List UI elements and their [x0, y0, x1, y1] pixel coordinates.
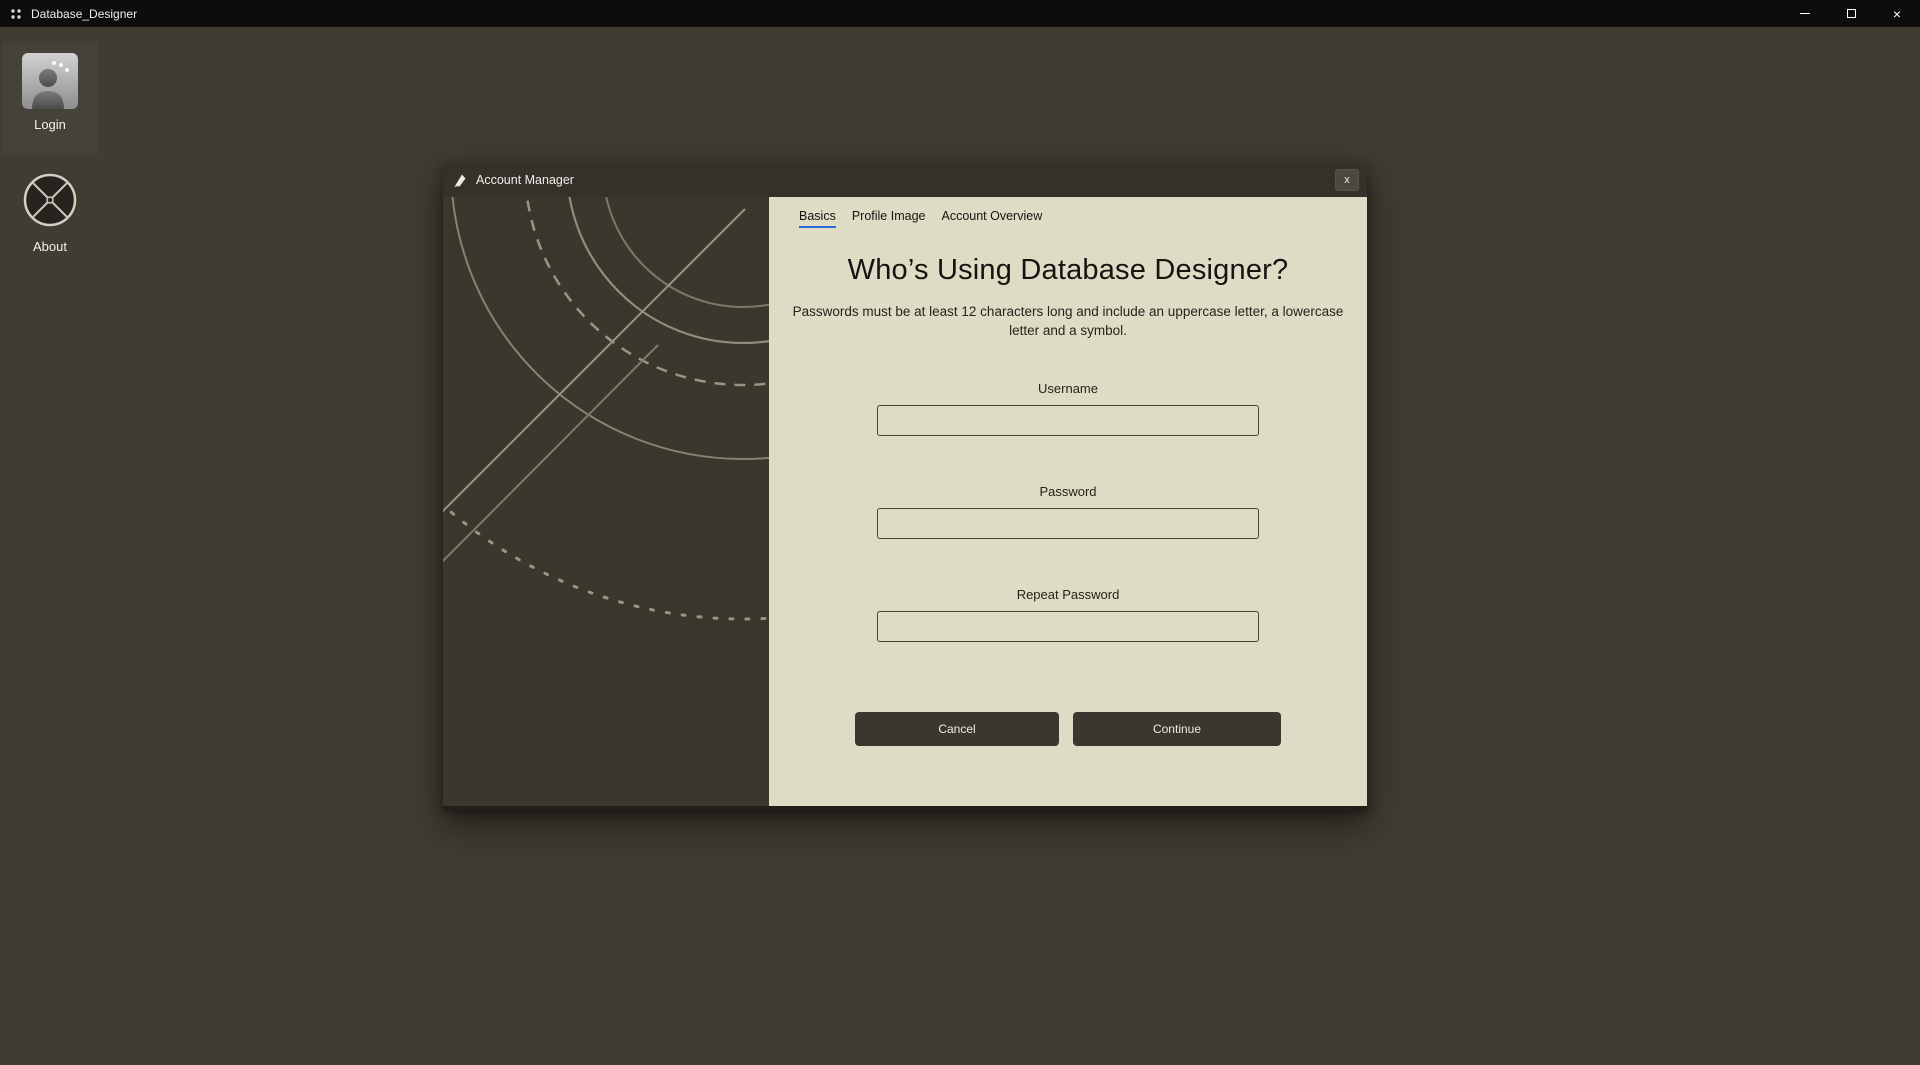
- cancel-button[interactable]: Cancel: [855, 712, 1059, 746]
- dialog-title: Account Manager: [476, 173, 574, 187]
- minimize-icon: [1800, 13, 1810, 14]
- dialog-body: Basics Profile Image Account Overview Wh…: [443, 197, 1367, 806]
- password-input[interactable]: [877, 508, 1259, 539]
- sidebar-item-about[interactable]: About: [2, 165, 98, 265]
- login-avatar-icon: [22, 53, 78, 109]
- tab-account-overview[interactable]: Account Overview: [941, 209, 1042, 228]
- password-requirements-text: Passwords must be at least 12 characters…: [779, 303, 1357, 341]
- username-label: Username: [1038, 381, 1098, 396]
- username-input[interactable]: [877, 405, 1259, 436]
- app-icon: [9, 7, 23, 21]
- sidebar-item-login-label: Login: [34, 117, 66, 132]
- dialog-close-button[interactable]: x: [1335, 169, 1359, 191]
- close-button[interactable]: ×: [1874, 0, 1920, 27]
- dialog-tabs: Basics Profile Image Account Overview: [799, 209, 1367, 228]
- continue-button[interactable]: Continue: [1073, 712, 1281, 746]
- window-title: Database_Designer: [31, 7, 137, 21]
- repeat-password-label: Repeat Password: [1017, 587, 1120, 602]
- account-manager-dialog: Account Manager x: [443, 163, 1367, 810]
- sidebar-item-about-label: About: [33, 239, 67, 254]
- password-label: Password: [1039, 484, 1096, 499]
- workspace: Login About Account Manager x: [0, 27, 1920, 1065]
- about-icon: [19, 169, 81, 231]
- dialog-button-row: Cancel Continue: [769, 712, 1367, 746]
- sidebar-item-login[interactable]: Login: [2, 43, 98, 155]
- dialog-heading: Who’s Using Database Designer?: [769, 254, 1367, 287]
- password-field-group: Password: [769, 484, 1367, 539]
- username-field-group: Username: [769, 381, 1367, 436]
- tab-profile-image[interactable]: Profile Image: [852, 209, 926, 228]
- dialog-brush-icon: [453, 173, 468, 188]
- dialog-content-panel: Basics Profile Image Account Overview Wh…: [769, 197, 1367, 806]
- tab-basics[interactable]: Basics: [799, 209, 836, 228]
- decorative-arcs: [443, 197, 769, 806]
- dialog-titlebar[interactable]: Account Manager x: [443, 163, 1367, 197]
- repeat-password-field-group: Repeat Password: [769, 587, 1367, 642]
- dialog-art-panel: [443, 197, 769, 806]
- close-icon: ×: [1893, 7, 1901, 21]
- window-titlebar: Database_Designer ×: [0, 0, 1920, 27]
- minimize-button[interactable]: [1782, 0, 1828, 27]
- repeat-password-input[interactable]: [877, 611, 1259, 642]
- dialog-bottom-band: [443, 806, 1367, 810]
- maximize-button[interactable]: [1828, 0, 1874, 27]
- window-controls: ×: [1782, 0, 1920, 27]
- maximize-icon: [1847, 9, 1856, 18]
